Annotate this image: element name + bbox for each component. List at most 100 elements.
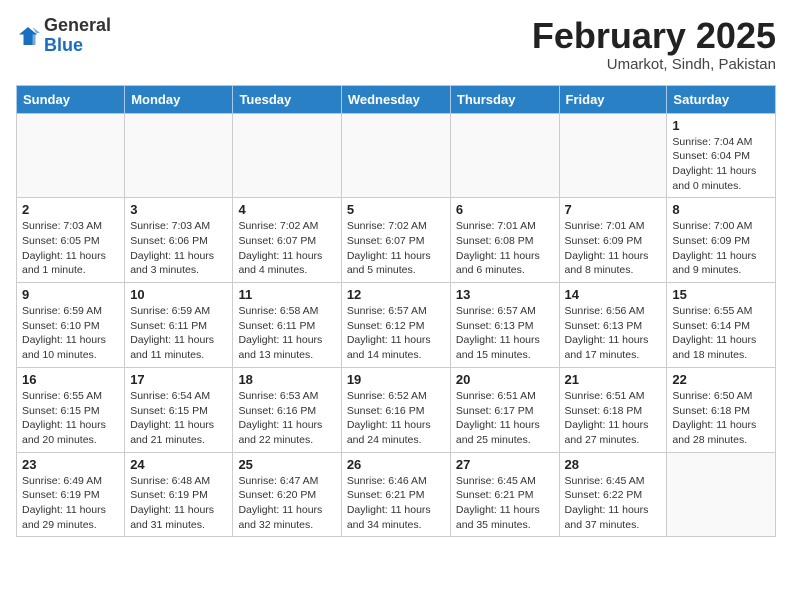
day-info: Sunrise: 6:46 AM Sunset: 6:21 PM Dayligh… (347, 474, 445, 533)
calendar-day-cell: 2 Sunrise: 7:03 AM Sunset: 6:05 PM Daylig… (17, 198, 125, 283)
calendar-day-cell: 5Sunrise: 7:02 AM Sunset: 6:07 PM Daylig… (341, 198, 450, 283)
day-number: 13 (456, 287, 554, 302)
day-info: Sunrise: 6:53 AM Sunset: 6:16 PM Dayligh… (238, 389, 335, 448)
calendar-day-cell: 24 Sunrise: 6:48 AM Sunset: 6:19 PM Dayli… (125, 452, 233, 537)
weekday-header: Monday (125, 85, 233, 113)
day-info: Sunrise: 7:04 AM Sunset: 6:04 PM Dayligh… (672, 135, 770, 194)
logo-text: General Blue (44, 16, 111, 56)
weekday-header: Sunday (17, 85, 125, 113)
day-number: 3 (130, 202, 227, 217)
calendar-day-cell: 15Sunrise: 6:55 AM Sunset: 6:14 PM Dayli… (667, 283, 776, 368)
day-number: 25 (238, 457, 335, 472)
day-number: 27 (456, 457, 554, 472)
calendar-day-cell (17, 113, 125, 198)
day-number: 7 (565, 202, 662, 217)
day-info: Sunrise: 6:57 AM Sunset: 6:12 PM Dayligh… (347, 304, 445, 363)
calendar-day-cell: 19 Sunrise: 6:52 AM Sunset: 6:16 PM Dayli… (341, 367, 450, 452)
calendar-day-cell: 7 Sunrise: 7:01 AM Sunset: 6:09 PM Daylig… (559, 198, 667, 283)
calendar-day-cell (233, 113, 341, 198)
day-number: 24 (130, 457, 227, 472)
month-title: February 2025 (532, 16, 776, 56)
day-number: 28 (565, 457, 662, 472)
day-info: Sunrise: 7:00 AM Sunset: 6:09 PM Dayligh… (672, 219, 770, 278)
day-info: Sunrise: 7:03 AM Sunset: 6:06 PM Dayligh… (130, 219, 227, 278)
day-info: Sunrise: 6:59 AM Sunset: 6:10 PM Dayligh… (22, 304, 119, 363)
calendar-week-row: 2 Sunrise: 7:03 AM Sunset: 6:05 PM Daylig… (17, 198, 776, 283)
day-number: 17 (130, 372, 227, 387)
weekday-header: Thursday (450, 85, 559, 113)
day-number: 23 (22, 457, 119, 472)
day-info: Sunrise: 6:52 AM Sunset: 6:16 PM Dayligh… (347, 389, 445, 448)
day-info: Sunrise: 7:01 AM Sunset: 6:09 PM Dayligh… (565, 219, 662, 278)
calendar-day-cell: 27Sunrise: 6:45 AM Sunset: 6:21 PM Dayli… (450, 452, 559, 537)
calendar-week-row: 23 Sunrise: 6:49 AM Sunset: 6:19 PM Dayli… (17, 452, 776, 537)
calendar-day-cell (559, 113, 667, 198)
day-info: Sunrise: 6:55 AM Sunset: 6:15 PM Dayligh… (22, 389, 119, 448)
day-info: Sunrise: 6:57 AM Sunset: 6:13 PM Dayligh… (456, 304, 554, 363)
day-number: 12 (347, 287, 445, 302)
calendar-day-cell: 28 Sunrise: 6:45 AM Sunset: 6:22 PM Dayli… (559, 452, 667, 537)
calendar-day-cell (125, 113, 233, 198)
day-info: Sunrise: 7:03 AM Sunset: 6:05 PM Dayligh… (22, 219, 119, 278)
calendar-day-cell: 12 Sunrise: 6:57 AM Sunset: 6:12 PM Dayli… (341, 283, 450, 368)
day-info: Sunrise: 6:48 AM Sunset: 6:19 PM Dayligh… (130, 474, 227, 533)
day-number: 22 (672, 372, 770, 387)
day-info: Sunrise: 6:58 AM Sunset: 6:11 PM Dayligh… (238, 304, 335, 363)
day-info: Sunrise: 7:02 AM Sunset: 6:07 PM Dayligh… (238, 219, 335, 278)
day-number: 9 (22, 287, 119, 302)
day-info: Sunrise: 6:45 AM Sunset: 6:22 PM Dayligh… (565, 474, 662, 533)
calendar-week-row: 1 Sunrise: 7:04 AM Sunset: 6:04 PM Daylig… (17, 113, 776, 198)
weekday-header: Friday (559, 85, 667, 113)
day-info: Sunrise: 6:51 AM Sunset: 6:17 PM Dayligh… (456, 389, 554, 448)
calendar-day-cell (450, 113, 559, 198)
calendar-day-cell: 3 Sunrise: 7:03 AM Sunset: 6:06 PM Daylig… (125, 198, 233, 283)
calendar-week-row: 16 Sunrise: 6:55 AM Sunset: 6:15 PM Dayli… (17, 367, 776, 452)
calendar-day-cell: 18 Sunrise: 6:53 AM Sunset: 6:16 PM Dayli… (233, 367, 341, 452)
logo-blue: Blue (44, 35, 83, 55)
day-info: Sunrise: 6:54 AM Sunset: 6:15 PM Dayligh… (130, 389, 227, 448)
calendar-day-cell: 11Sunrise: 6:58 AM Sunset: 6:11 PM Dayli… (233, 283, 341, 368)
weekday-header-row: SundayMondayTuesdayWednesdayThursdayFrid… (17, 85, 776, 113)
calendar-table: SundayMondayTuesdayWednesdayThursdayFrid… (16, 85, 776, 538)
day-info: Sunrise: 6:59 AM Sunset: 6:11 PM Dayligh… (130, 304, 227, 363)
day-number: 20 (456, 372, 554, 387)
location: Umarkot, Sindh, Pakistan (532, 56, 776, 73)
day-number: 6 (456, 202, 554, 217)
day-info: Sunrise: 6:49 AM Sunset: 6:19 PM Dayligh… (22, 474, 119, 533)
calendar-day-cell: 6 Sunrise: 7:01 AM Sunset: 6:08 PM Daylig… (450, 198, 559, 283)
logo-general: General (44, 15, 111, 35)
calendar-day-cell: 25 Sunrise: 6:47 AM Sunset: 6:20 PM Dayli… (233, 452, 341, 537)
day-info: Sunrise: 6:50 AM Sunset: 6:18 PM Dayligh… (672, 389, 770, 448)
calendar-day-cell: 9 Sunrise: 6:59 AM Sunset: 6:10 PM Daylig… (17, 283, 125, 368)
calendar-day-cell: 4Sunrise: 7:02 AM Sunset: 6:07 PM Daylig… (233, 198, 341, 283)
day-number: 19 (347, 372, 445, 387)
day-number: 21 (565, 372, 662, 387)
logo-icon (16, 24, 40, 48)
calendar-week-row: 9 Sunrise: 6:59 AM Sunset: 6:10 PM Daylig… (17, 283, 776, 368)
day-number: 8 (672, 202, 770, 217)
day-number: 18 (238, 372, 335, 387)
day-number: 16 (22, 372, 119, 387)
weekday-header: Tuesday (233, 85, 341, 113)
day-number: 1 (672, 118, 770, 133)
day-info: Sunrise: 6:56 AM Sunset: 6:13 PM Dayligh… (565, 304, 662, 363)
day-info: Sunrise: 7:01 AM Sunset: 6:08 PM Dayligh… (456, 219, 554, 278)
page-header: General Blue February 2025 Umarkot, Sind… (16, 16, 776, 73)
day-info: Sunrise: 7:02 AM Sunset: 6:07 PM Dayligh… (347, 219, 445, 278)
day-info: Sunrise: 6:55 AM Sunset: 6:14 PM Dayligh… (672, 304, 770, 363)
calendar-day-cell: 20 Sunrise: 6:51 AM Sunset: 6:17 PM Dayli… (450, 367, 559, 452)
calendar-day-cell: 1 Sunrise: 7:04 AM Sunset: 6:04 PM Daylig… (667, 113, 776, 198)
day-info: Sunrise: 6:51 AM Sunset: 6:18 PM Dayligh… (565, 389, 662, 448)
weekday-header: Wednesday (341, 85, 450, 113)
calendar-day-cell: 22 Sunrise: 6:50 AM Sunset: 6:18 PM Dayli… (667, 367, 776, 452)
calendar-day-cell: 10 Sunrise: 6:59 AM Sunset: 6:11 PM Dayli… (125, 283, 233, 368)
day-number: 14 (565, 287, 662, 302)
day-number: 10 (130, 287, 227, 302)
calendar-day-cell: 16 Sunrise: 6:55 AM Sunset: 6:15 PM Dayli… (17, 367, 125, 452)
day-number: 2 (22, 202, 119, 217)
logo: General Blue (16, 16, 111, 56)
day-info: Sunrise: 6:47 AM Sunset: 6:20 PM Dayligh… (238, 474, 335, 533)
calendar-day-cell: 14 Sunrise: 6:56 AM Sunset: 6:13 PM Dayli… (559, 283, 667, 368)
calendar-day-cell: 23 Sunrise: 6:49 AM Sunset: 6:19 PM Dayli… (17, 452, 125, 537)
calendar-day-cell (667, 452, 776, 537)
